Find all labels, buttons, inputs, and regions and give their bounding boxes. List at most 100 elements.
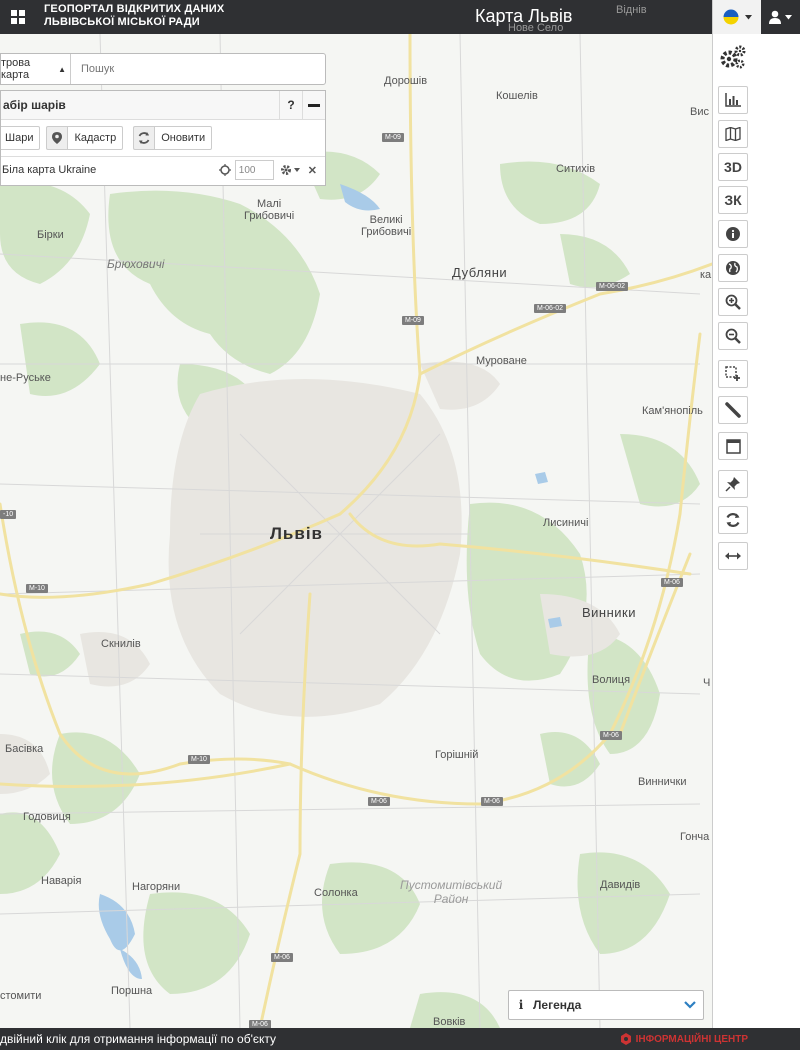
- user-menu-button[interactable]: [761, 0, 800, 34]
- top-bar: ГЕОПОРТАЛ ВІДКРИТИХ ДАНИХ ЛЬВІВСЬКОЇ МІС…: [0, 0, 800, 34]
- pin-icon: [725, 477, 740, 492]
- refresh-icon: [133, 126, 155, 150]
- settings-button[interactable]: [718, 40, 748, 74]
- place-label: Дубляни: [452, 265, 508, 280]
- road-label: M-06: [249, 1020, 271, 1028]
- select-area-icon: [725, 366, 740, 381]
- user-icon: [769, 10, 781, 24]
- chart-icon: [725, 93, 741, 107]
- language-selector[interactable]: [712, 0, 761, 34]
- place-label: Поршна: [111, 985, 153, 997]
- chevron-down-icon: [677, 998, 703, 1012]
- brand-icon: [620, 1033, 631, 1045]
- zoom-out-button[interactable]: [718, 322, 748, 350]
- road-label: -10: [0, 510, 17, 519]
- place-label: Нагоряни: [132, 881, 181, 893]
- road-label: M-09: [382, 133, 404, 142]
- info-icon: i: [518, 998, 524, 1012]
- road-label: M-09: [402, 316, 424, 325]
- zk-button[interactable]: ЗК: [718, 186, 748, 214]
- basemap-select[interactable]: трова карта ▲: [1, 54, 71, 84]
- place-label: стомити: [0, 990, 42, 1002]
- help-button[interactable]: ?: [279, 91, 302, 119]
- portal-title-line1: ГЕОПОРТАЛ ВІДКРИТИХ ДАНИХ: [44, 3, 225, 15]
- layer-row: Біла карта Ukraine ✕: [1, 157, 325, 183]
- portal-title[interactable]: ГЕОПОРТАЛ ВІДКРИТИХ ДАНИХ ЛЬВІВСЬКОЇ МІС…: [44, 3, 224, 29]
- measure-icon: [725, 402, 741, 418]
- gears-icon: [720, 45, 746, 69]
- basemap-select-value: трова карта: [1, 57, 31, 81]
- gear-icon: [280, 165, 291, 175]
- info-button[interactable]: [718, 220, 748, 248]
- road-label: M-06: [661, 578, 683, 587]
- search-input[interactable]: [79, 62, 313, 76]
- layers-panel: абір шарів ? Шари Кадастр Оновити Біла к…: [0, 90, 326, 186]
- road-label: M-06: [271, 953, 293, 962]
- map-icon: [725, 127, 741, 141]
- place-label: Басівка: [5, 743, 44, 755]
- opacity-input[interactable]: [234, 160, 274, 180]
- resize-icon: [725, 552, 741, 560]
- place-label: Вовків: [433, 1016, 466, 1028]
- sort-icon: ▲: [58, 64, 66, 74]
- place-label: Скнилів: [101, 638, 141, 650]
- road-label: M-06: [481, 797, 503, 806]
- legend-label: Легенда: [533, 998, 582, 1012]
- place-label: Брюховичі: [107, 257, 165, 271]
- road-label: M-06-02: [596, 282, 629, 291]
- caret-down-icon: [744, 14, 752, 19]
- map-label-behind: Віднів: [616, 4, 647, 16]
- resize-button[interactable]: [718, 542, 748, 570]
- place-label: Кам'янопіль: [642, 405, 703, 417]
- place-label: Великі Грибовичі: [361, 214, 412, 238]
- place-label: Винники: [582, 605, 637, 620]
- road-label: M-10: [26, 584, 48, 593]
- portal-title-line2: ЛЬВІВСЬКОЇ МІСЬКОЇ РАДИ: [44, 16, 200, 28]
- legend-toggle[interactable]: i Легенда: [508, 990, 704, 1020]
- layers-panel-title: абір шарів: [3, 98, 66, 112]
- caret-down-icon: [293, 168, 300, 172]
- brand-logo[interactable]: ІНФОРМАЦІЙНІ ЦЕНТР: [620, 1033, 800, 1045]
- place-label: не-Руське: [0, 372, 51, 384]
- zoom-in-icon: [725, 294, 741, 310]
- refresh-button[interactable]: Оновити: [154, 126, 213, 150]
- pin-button[interactable]: [718, 470, 748, 498]
- minimize-button[interactable]: [302, 91, 325, 119]
- zoom-out-icon: [725, 328, 741, 344]
- caret-down-icon: [785, 14, 792, 19]
- basemap-button[interactable]: [718, 120, 748, 148]
- ukraine-flag-icon: [723, 9, 738, 25]
- cadastre-button[interactable]: Кадастр: [67, 126, 124, 150]
- measure-button[interactable]: [718, 396, 748, 424]
- brand-label: ІНФОРМАЦІЙНІ ЦЕНТР: [635, 1033, 748, 1045]
- layers-panel-header: абір шарів ?: [1, 91, 325, 120]
- place-label: Муроване: [476, 355, 527, 367]
- remove-layer-button[interactable]: ✕: [308, 164, 317, 177]
- layers-button[interactable]: Шари: [1, 126, 41, 150]
- refresh-icon: [726, 513, 740, 527]
- statistics-button[interactable]: [718, 86, 748, 114]
- grid-icon: [11, 10, 25, 24]
- place-label: Бірки: [37, 229, 64, 241]
- place-label: Виннички: [638, 776, 687, 788]
- road-label: M-06: [600, 731, 622, 740]
- place-label: Вис: [690, 106, 709, 118]
- layer-settings-button[interactable]: [280, 164, 300, 176]
- 3d-button[interactable]: 3D: [718, 153, 748, 181]
- minus-icon: [308, 103, 320, 107]
- place-label: Дорошів: [384, 75, 428, 87]
- refresh-map-button[interactable]: [718, 506, 748, 534]
- info-icon: [726, 227, 740, 241]
- place-label: Волиця: [592, 674, 631, 686]
- opacity-icon: [218, 164, 231, 176]
- window-icon: [725, 438, 741, 454]
- zoom-in-button[interactable]: [718, 288, 748, 316]
- map-marker-icon: [46, 126, 68, 150]
- select-area-button[interactable]: [718, 360, 748, 388]
- globe-button[interactable]: [718, 254, 748, 282]
- place-label: Лисиничі: [543, 517, 589, 529]
- place-label: Наварія: [41, 875, 82, 887]
- status-text: двійний клік для отримання інформації по…: [0, 1032, 277, 1046]
- window-button[interactable]: [718, 432, 748, 460]
- apps-menu-button[interactable]: [0, 0, 36, 34]
